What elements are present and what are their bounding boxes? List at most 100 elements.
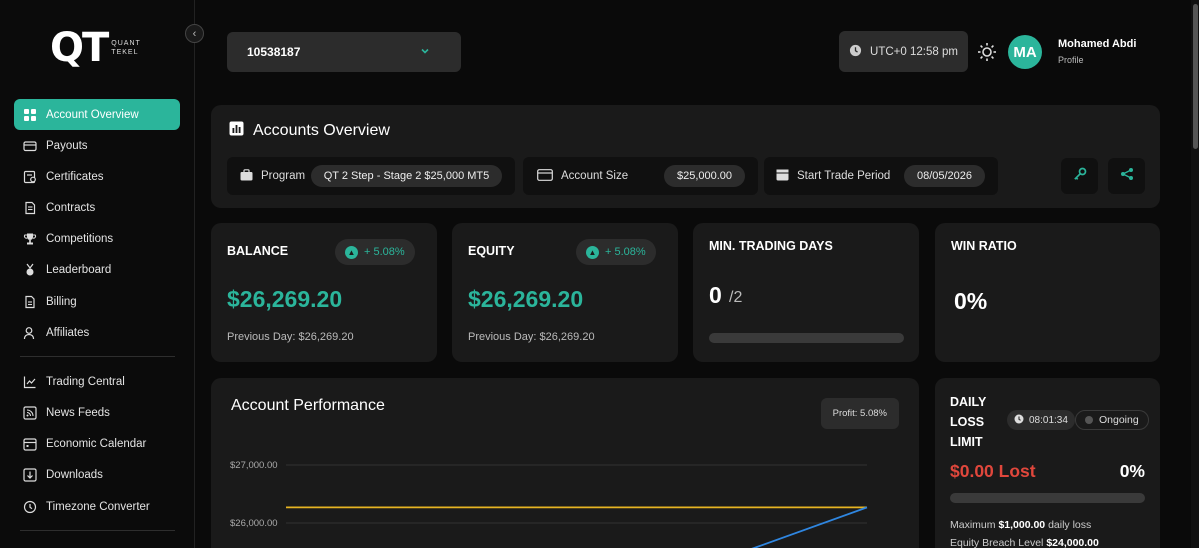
sidebar-item-label: Economic Calendar [46,438,147,451]
download-icon [23,468,37,483]
start-period-info: Start Trade Period 08/05/2026 [764,157,998,195]
sidebar-item-label: Account Overview [46,108,139,121]
timezone-clock[interactable]: UTC+0 12:58 pm [839,31,968,72]
trading-days-title: MIN. TRADING DAYS [709,239,833,253]
logo-mark: QT [50,25,109,71]
size-label: Account Size [561,170,629,182]
sidebar-item-label: Competitions [46,233,114,246]
equity-change: + 5.08% [605,246,646,258]
brand-logo[interactable]: QT QUANT TEKEL [50,28,141,68]
account-size-info: Account Size $25,000.00 [523,157,758,195]
arrow-up-icon: ▲ [345,245,358,259]
credit-card-icon [537,168,553,184]
trading-days-progress [709,333,904,343]
account-select[interactable]: 10538187 [227,32,461,72]
daily-loss-timer: 08:01:34 [1007,410,1075,430]
page-title: Accounts Overview [253,122,390,139]
contract-icon [23,201,37,215]
program-label: Program [261,170,306,182]
accounts-overview-panel: Accounts Overview Program QT 2 Step - St… [211,105,1160,208]
briefcase-icon [240,168,253,184]
avatar[interactable]: MA [1008,35,1042,69]
sidebar-item-timezone-converter[interactable]: Timezone Converter [14,491,180,522]
sidebar-item-downloads[interactable]: Downloads [14,460,180,491]
equity-title: EQUITY [468,244,515,258]
balance-title: BALANCE [227,244,289,258]
start-label-group: Start Trade Period [776,168,890,184]
sidebar-item-billing[interactable]: Billing [14,286,180,317]
sidebar-item-affiliates[interactable]: Affiliates [14,317,180,348]
user-icon [23,326,37,340]
rss-icon [23,406,37,420]
trading-days-total: /2 [729,289,743,306]
equity-previous: Previous Day: $26,269.20 [468,331,595,343]
sidebar: QT QUANT TEKEL Account Overview Payouts … [0,0,195,548]
medal-icon [23,263,37,277]
win-ratio-card: WIN RATIO 0% [935,223,1160,362]
equity-change-badge: ▲ + 5.08% [576,239,656,265]
equity-card: EQUITY ▲ + 5.08% $26,269.20 Previous Day… [452,223,678,362]
sidebar-nav: Account Overview Payouts Certificates Co… [14,99,180,540]
size-label-group: Account Size [537,168,629,184]
sidebar-item-leaderboard[interactable]: Leaderboard [14,255,180,286]
sidebar-item-economic-calendar[interactable]: Economic Calendar [14,429,180,460]
theme-toggle-sun-icon[interactable] [977,42,997,67]
y-tick-label: $26,000.00 [230,518,278,529]
program-value: QT 2 Step - Stage 2 $25,000 MT5 [311,165,502,187]
start-label: Start Trade Period [797,170,891,182]
sidebar-item-payouts[interactable]: Payouts [14,130,180,161]
timer-value: 08:01:34 [1029,414,1068,426]
page-scrollbar[interactable] [1191,0,1199,548]
grid-icon [23,108,37,122]
sidebar-collapse-button[interactable]: ‹ [185,24,204,43]
y-tick-label: $27,000.00 [230,460,278,471]
trophy-icon [23,232,37,246]
bar-chart-icon [229,121,244,141]
profile-link[interactable]: Profile [1058,55,1084,65]
balance-value: $26,269.20 [227,286,343,312]
sidebar-item-competitions[interactable]: Competitions [14,224,180,255]
balance-change: + 5.08% [364,246,405,258]
performance-chart[interactable]: $27,000.00 $26,000.00 [211,378,919,548]
max-daily-loss: Maximum $1,000.00 daily loss [950,519,1092,531]
share-button[interactable] [1108,158,1145,194]
sidebar-item-label: Leaderboard [46,264,112,277]
sidebar-item-trading-central[interactable]: Trading Central [14,366,180,397]
certificate-icon [23,170,37,184]
chart-plot-area: $27,000.00 $26,000.00 [230,460,868,548]
program-label-group: Program [240,168,306,184]
account-performance-panel: Account Performance Profit: 5.08% $27,00… [211,378,919,548]
sidebar-item-account-overview[interactable]: Account Overview [14,99,180,130]
win-ratio-value: 0% [954,288,988,314]
sidebar-divider [20,530,175,532]
sidebar-item-label: Payouts [46,139,88,152]
calendar-icon [23,437,37,451]
sidebar-item-label: Downloads [46,469,103,482]
credentials-button[interactable] [1061,158,1098,194]
scrollbar-thumb[interactable] [1193,4,1198,149]
sidebar-item-label: Certificates [46,170,104,183]
status-text: Ongoing [1099,414,1139,426]
balance-card: BALANCE ▲ + 5.08% $26,269.20 Previous Da… [211,223,437,362]
share-icon [1120,167,1134,186]
app-root: QT QUANT TEKEL Account Overview Payouts … [0,0,1199,548]
sidebar-item-news-feeds[interactable]: News Feeds [14,398,180,429]
program-info: Program QT 2 Step - Stage 2 $25,000 MT5 [227,157,515,195]
balance-previous: Previous Day: $26,269.20 [227,331,354,343]
sidebar-item-label: Contracts [46,201,96,214]
start-value: 08/05/2026 [904,165,985,187]
account-number: 10538187 [247,45,301,59]
daily-loss-progress [950,493,1145,503]
equity-breach-level: Equity Breach Level $24,000.00 [950,537,1099,548]
clock-icon [849,44,862,60]
logo-wordmark: QUANT TEKEL [111,40,141,56]
overview-heading: Accounts Overview [229,121,390,141]
daily-loss-lost: $0.00 Lost [950,461,1036,481]
user-name[interactable]: Mohamed Abdi [1058,38,1136,50]
key-icon [1073,167,1087,186]
sidebar-item-certificates[interactable]: Certificates [14,161,180,192]
sidebar-item-label: Affiliates [46,326,90,339]
arrow-up-icon: ▲ [586,245,599,259]
series-line [751,506,868,548]
sidebar-item-contracts[interactable]: Contracts [14,192,180,223]
